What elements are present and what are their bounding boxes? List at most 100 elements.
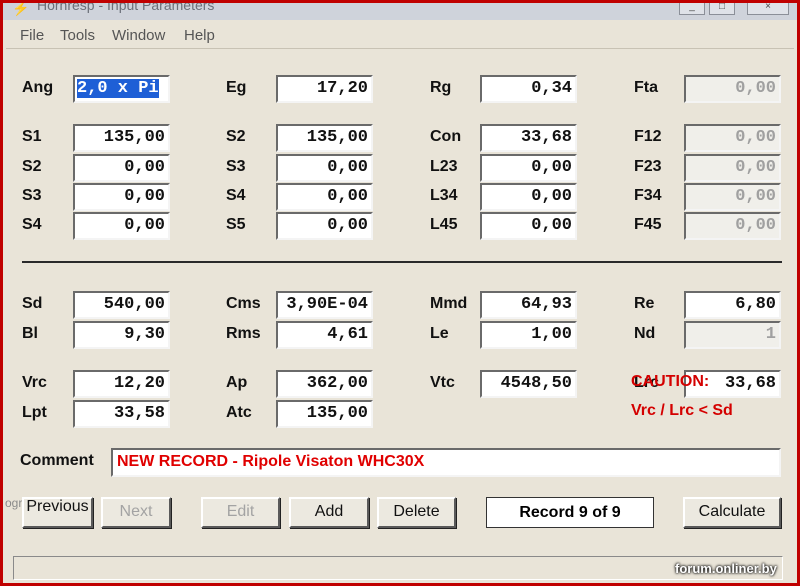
param-field-nd[interactable]: 1 [684,321,781,349]
param-field-con[interactable]: 33,68 [480,124,577,152]
add-button[interactable]: Add [289,497,369,528]
param-field-lpt[interactable]: 33,58 [73,400,170,428]
param-value: 0,00 [327,158,368,177]
param-value: 1 [765,325,776,344]
menu-tools[interactable]: Tools [60,27,95,44]
param-field-atc[interactable]: 135,00 [276,400,373,428]
param-value: 540,00 [103,295,165,314]
status-bar [13,556,783,580]
param-field-s1[interactable]: 135,00 [73,124,170,152]
param-value: 0,00 [124,187,165,206]
param-label-fta: Fta [634,79,658,96]
param-value: 6,80 [735,295,776,314]
param-label-ap: Ap [226,374,248,391]
comment-field[interactable]: NEW RECORD - Ripole Visaton WHC30X [111,448,781,477]
param-label-f23: F23 [634,158,662,175]
param-field-f34[interactable]: 0,00 [684,183,781,211]
title-bar: ⚡ Hornresp - Input Parameters _ □ × [3,3,797,20]
app-window: ⚡ Hornresp - Input Parameters _ □ × File… [0,0,800,586]
param-label-s2: S2 [226,128,246,145]
param-field-s2[interactable]: 135,00 [276,124,373,152]
param-field-s5[interactable]: 0,00 [276,212,373,240]
param-label-sd: Sd [22,295,43,312]
param-value: 0,00 [327,216,368,235]
param-field-f45[interactable]: 0,00 [684,212,781,240]
calculate-button[interactable]: Calculate [683,497,781,528]
param-field-l45[interactable]: 0,00 [480,212,577,240]
param-value: 0,00 [124,158,165,177]
param-value: 135,00 [306,404,368,423]
param-label-l45: L45 [430,216,458,233]
param-field-s3[interactable]: 0,00 [73,183,170,211]
param-value: 0,00 [735,158,776,177]
param-value: 0,00 [124,216,165,235]
param-field-s4[interactable]: 0,00 [73,212,170,240]
param-value: 0,00 [735,216,776,235]
param-label-atc: Atc [226,404,252,421]
maximize-button[interactable]: □ [709,3,735,15]
param-label-re: Re [634,295,655,312]
param-label-l23: L23 [430,158,458,175]
caution-message: Vrc / Lrc < Sd [631,402,733,419]
param-field-mmd[interactable]: 64,93 [480,291,577,319]
param-field-s4[interactable]: 0,00 [276,183,373,211]
param-field-rms[interactable]: 4,61 [276,321,373,349]
param-value: 33,58 [113,404,165,423]
param-value: 1,00 [531,325,572,344]
param-field-eg[interactable]: 17,20 [276,75,373,103]
close-button[interactable]: × [747,3,789,15]
menu-file[interactable]: File [20,27,44,44]
param-field-ap[interactable]: 362,00 [276,370,373,398]
param-value: 12,20 [113,374,165,393]
param-value: 0,00 [735,79,776,98]
menu-bar: File Tools Window Help [6,23,794,49]
param-value: 2,0 x Pi [77,79,159,98]
param-field-l23[interactable]: 0,00 [480,154,577,182]
param-label-s4: S4 [22,216,42,233]
param-label-f12: F12 [634,128,662,145]
menu-help[interactable]: Help [184,27,215,44]
window-title: Hornresp - Input Parameters [37,3,215,13]
param-label-cms: Cms [226,295,261,312]
param-field-le[interactable]: 1,00 [480,321,577,349]
param-label-rms: Rms [226,325,261,342]
param-label-lpt: Lpt [22,404,47,421]
param-label-vtc: Vtc [430,374,455,391]
param-field-sd[interactable]: 540,00 [73,291,170,319]
caution-title: CAUTION: [631,373,710,390]
param-value: 0,00 [735,128,776,147]
edit-button[interactable]: Edit [201,497,280,528]
previous-button[interactable]: Previous [22,497,93,528]
menu-window[interactable]: Window [112,27,165,44]
param-value: 33,68 [520,128,572,147]
param-value: 9,30 [124,325,165,344]
param-label-rg: Rg [430,79,452,96]
param-field-cms[interactable]: 3,90E-04 [276,291,373,319]
minimize-button[interactable]: _ [679,3,705,15]
param-label-bl: Bl [22,325,38,342]
param-field-fta[interactable]: 0,00 [684,75,781,103]
param-label-l34: L34 [430,187,458,204]
param-field-s2[interactable]: 0,00 [73,154,170,182]
param-field-bl[interactable]: 9,30 [73,321,170,349]
param-field-f12[interactable]: 0,00 [684,124,781,152]
param-field-l34[interactable]: 0,00 [480,183,577,211]
param-field-vrc[interactable]: 12,20 [73,370,170,398]
delete-button[interactable]: Delete [377,497,456,528]
param-value: 0,00 [531,216,572,235]
comment-label: Comment [20,452,94,469]
param-field-ang[interactable]: 2,0 x Pi [73,75,170,103]
param-field-rg[interactable]: 0,34 [480,75,577,103]
param-field-f23[interactable]: 0,00 [684,154,781,182]
param-label-s2: S2 [22,158,42,175]
lightning-icon: ⚡ [12,3,30,16]
param-value: 17,20 [316,79,368,98]
param-value: 0,34 [531,79,572,98]
param-label-s5: S5 [226,216,246,233]
param-label-s3: S3 [226,158,246,175]
param-field-s3[interactable]: 0,00 [276,154,373,182]
next-button[interactable]: Next [101,497,171,528]
param-field-re[interactable]: 6,80 [684,291,781,319]
param-value: 0,00 [531,187,572,206]
param-field-vtc[interactable]: 4548,50 [480,370,577,398]
